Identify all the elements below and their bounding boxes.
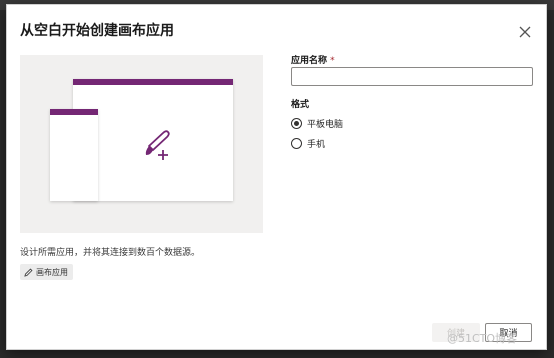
phone-header-bar (50, 109, 98, 115)
phone-frame (50, 109, 98, 201)
pencil-icon (24, 268, 33, 277)
app-name-input[interactable] (291, 67, 533, 86)
create-canvas-app-dialog: 从空白开始创建画布应用 设计所需应用，并将其连接到数百个数据源。 画布应用 应用… (6, 4, 547, 350)
create-button[interactable]: 创建 (432, 323, 480, 342)
brush-plus-icon (145, 130, 170, 160)
dialog-title: 从空白开始创建画布应用 (20, 23, 174, 39)
radio-tablet-circle (291, 118, 302, 129)
description-text: 设计所需应用，并将其连接到数百个数据源。 (20, 248, 201, 258)
app-preview-illustration (20, 55, 263, 233)
close-icon (519, 26, 531, 38)
tablet-header-bar (73, 79, 233, 85)
required-mark: * (330, 56, 335, 66)
radio-phone-label: 手机 (307, 140, 326, 150)
canvas-app-tag-label: 画布应用 (36, 267, 68, 277)
cancel-button[interactable]: 取消 (485, 323, 532, 342)
close-button[interactable] (518, 24, 532, 38)
radio-tablet[interactable]: 平板电脑 (291, 117, 343, 130)
app-name-label: 应用名称 * (291, 53, 335, 66)
radio-phone-circle (291, 138, 302, 149)
canvas-app-tag[interactable]: 画布应用 (20, 264, 73, 280)
app-name-label-text: 应用名称 (291, 56, 328, 66)
radio-selected-dot (294, 121, 299, 126)
radio-tablet-label: 平板电脑 (307, 120, 344, 130)
format-label: 格式 (291, 100, 310, 110)
radio-phone[interactable]: 手机 (291, 137, 325, 150)
